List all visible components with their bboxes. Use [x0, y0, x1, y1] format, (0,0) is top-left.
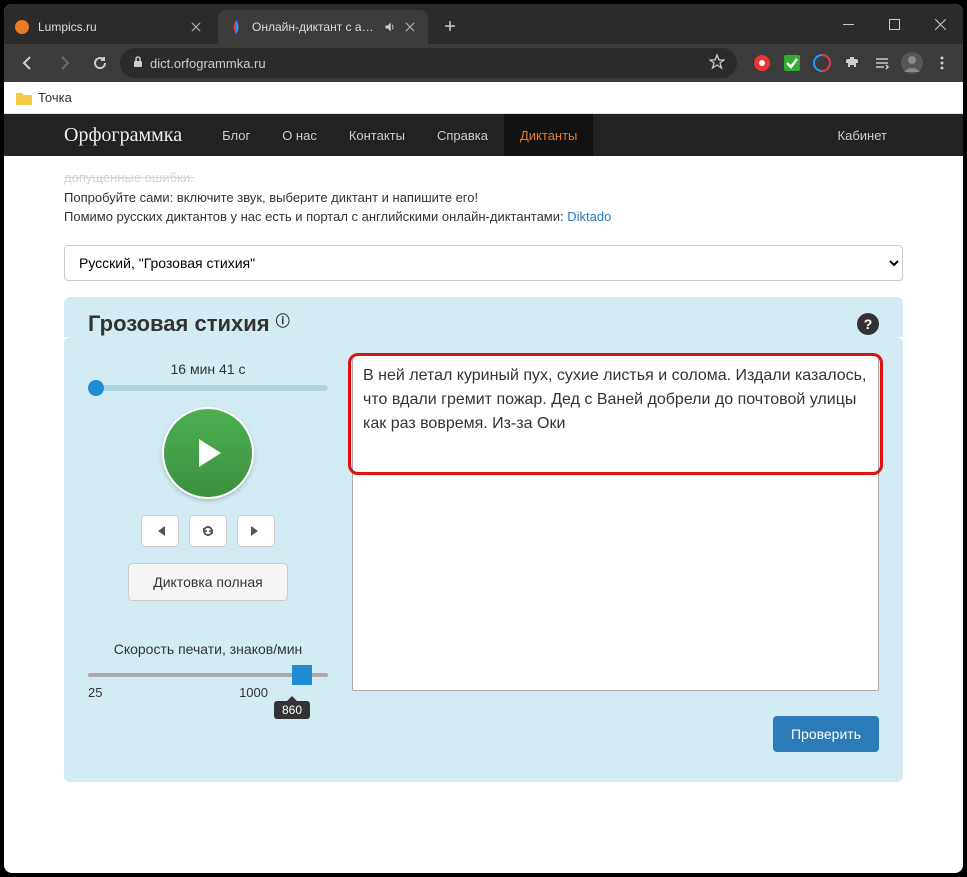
- close-icon[interactable]: [188, 19, 204, 35]
- bookmark-label: Точка: [38, 90, 72, 105]
- site-brand[interactable]: Орфограммка: [64, 124, 182, 147]
- dictation-selector[interactable]: Русский, "Грозовая стихия": [64, 245, 903, 281]
- next-button[interactable]: [237, 515, 275, 547]
- tab-title: Lumpics.ru: [38, 20, 184, 34]
- speed-value-tooltip: 860: [274, 701, 310, 719]
- speed-slider[interactable]: 25 1000 860: [88, 665, 328, 711]
- minimize-button[interactable]: [825, 4, 871, 44]
- browser-titlebar: Lumpics.ru Онлайн-диктант с автомати: [4, 4, 963, 44]
- nav-dictations[interactable]: Диктанты: [504, 114, 593, 156]
- dictation-textarea[interactable]: В ней летал куриный пух, сухие листья и …: [352, 355, 879, 691]
- site-header: Орфограммка Блог О нас Контакты Справка …: [4, 114, 963, 156]
- intro-line3: Помимо русских диктантов у нас есть и по…: [64, 207, 903, 227]
- text-column: В ней летал куриный пух, сухие листья и …: [352, 355, 879, 752]
- bookmarks-bar: Точка: [4, 82, 963, 114]
- ext-icon-3[interactable]: [809, 50, 835, 76]
- new-tab-button[interactable]: [436, 12, 464, 40]
- profile-avatar[interactable]: [899, 50, 925, 76]
- diktado-link[interactable]: Diktado: [567, 209, 611, 224]
- tab-orfogrammka[interactable]: Онлайн-диктант с автомати: [218, 10, 428, 44]
- bookmark-folder-tochka[interactable]: Точка: [16, 90, 72, 105]
- nav-cabinet[interactable]: Кабинет: [822, 128, 903, 143]
- intro-line3-pre: Помимо русских диктантов у нас есть и по…: [64, 209, 567, 224]
- prev-button[interactable]: [141, 515, 179, 547]
- player-column: 16 мин 41 с Диктовка полная Скорость печ…: [88, 355, 328, 752]
- maximize-button[interactable]: [871, 4, 917, 44]
- forward-button[interactable]: [48, 47, 80, 79]
- extensions-button[interactable]: [839, 50, 865, 76]
- menu-button[interactable]: [929, 50, 955, 76]
- intro-line2: Попробуйте сами: включите звук, выберите…: [64, 188, 903, 208]
- intro-line-cut: допущенные ошибки.: [64, 168, 903, 188]
- ext-icon-2[interactable]: [779, 50, 805, 76]
- panel-title: Грозовая стихия ⓘ: [88, 311, 290, 337]
- extension-icons: [749, 50, 955, 76]
- speaker-icon[interactable]: [382, 19, 398, 35]
- site-nav: Блог О нас Контакты Справка Диктанты: [206, 114, 593, 156]
- dictation-panel: 16 мин 41 с Диктовка полная Скорость печ…: [64, 337, 903, 782]
- progress-bar[interactable]: [88, 385, 328, 391]
- nav-help[interactable]: Справка: [421, 114, 504, 156]
- repeat-button[interactable]: [189, 515, 227, 547]
- reload-button[interactable]: [84, 47, 116, 79]
- play-button[interactable]: [162, 407, 254, 499]
- nav-blog[interactable]: Блог: [206, 114, 266, 156]
- speed-min: 25: [88, 685, 102, 700]
- tab-title: Онлайн-диктант с автомати: [252, 20, 378, 34]
- browser-toolbar: dict.orfogrammka.ru: [4, 44, 963, 82]
- speed-thumb[interactable]: [292, 665, 312, 685]
- help-icon[interactable]: ?: [857, 313, 879, 335]
- nav-about[interactable]: О нас: [266, 114, 333, 156]
- lock-icon: [132, 56, 144, 71]
- panel-title-text: Грозовая стихия: [88, 311, 270, 336]
- dictation-mode-button[interactable]: Диктовка полная: [128, 563, 288, 601]
- page-content: Орфограммка Блог О нас Контакты Справка …: [4, 114, 963, 802]
- progress-thumb[interactable]: [88, 380, 104, 396]
- tab-lumpics[interactable]: Lumpics.ru: [4, 10, 214, 44]
- duration-label: 16 мин 41 с: [171, 361, 246, 377]
- close-window-button[interactable]: [917, 4, 963, 44]
- address-bar[interactable]: dict.orfogrammka.ru: [120, 48, 737, 78]
- ext-icon-music[interactable]: [869, 50, 895, 76]
- back-button[interactable]: [12, 47, 44, 79]
- favicon-orfogrammka: [228, 19, 244, 35]
- nav-contacts[interactable]: Контакты: [333, 114, 421, 156]
- close-icon[interactable]: [402, 19, 418, 35]
- url-text: dict.orfogrammka.ru: [150, 56, 266, 71]
- check-button[interactable]: Проверить: [773, 716, 879, 752]
- intro-text: допущенные ошибки. Попробуйте сами: вклю…: [64, 168, 903, 227]
- speed-max: 1000: [239, 685, 268, 700]
- bookmark-star-icon[interactable]: [709, 54, 725, 73]
- playback-controls: [141, 515, 275, 547]
- speed-label: Скорость печати, знаков/мин: [114, 641, 303, 657]
- favicon-lumpics: [14, 19, 30, 35]
- info-icon[interactable]: ⓘ: [276, 313, 290, 329]
- window-controls: [825, 4, 963, 44]
- ext-icon-1[interactable]: [749, 50, 775, 76]
